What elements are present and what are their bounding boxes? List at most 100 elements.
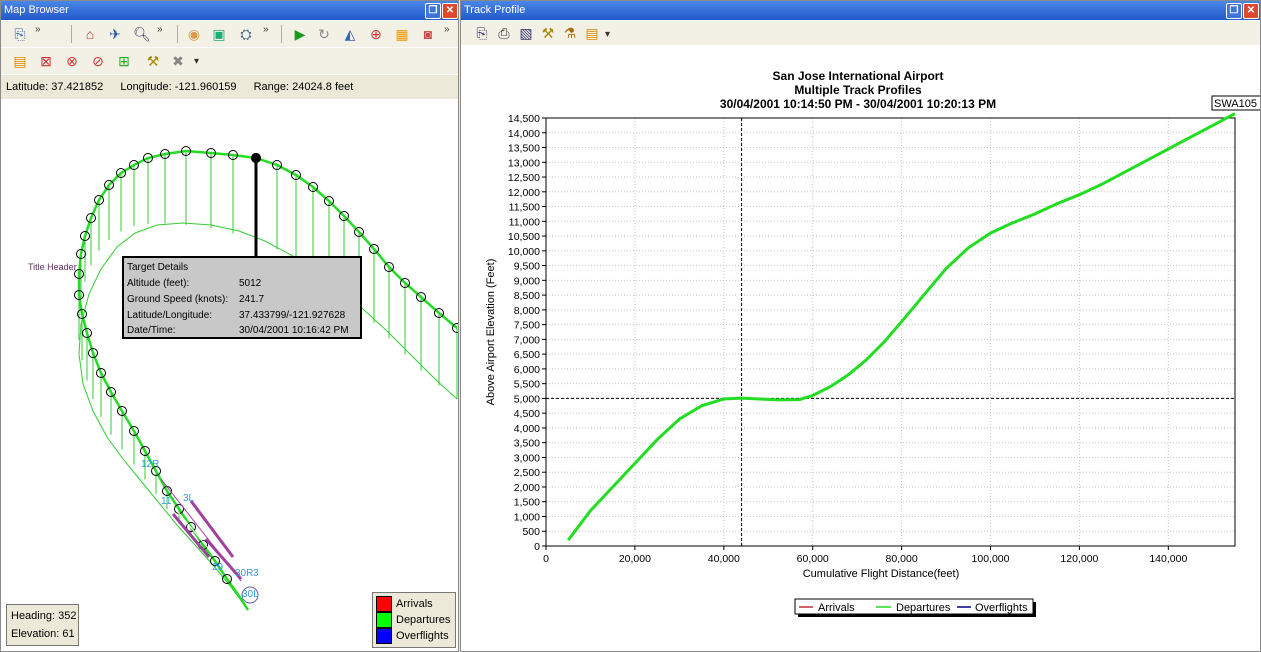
satellite-icon[interactable]: ✈ — [106, 25, 124, 43]
close-icon[interactable]: ✕ — [442, 3, 458, 19]
y-tick-label: 12,000 — [508, 187, 540, 199]
runway-label: 12R — [141, 459, 160, 470]
x-tick-label: 60,000 — [797, 553, 829, 565]
dropdown-icon[interactable]: ▾ — [605, 29, 610, 40]
y-tick-label: 13,000 — [508, 157, 540, 169]
chart-time-range: 30/04/2001 10:14:50 PM - 30/04/2001 10:2… — [720, 97, 996, 111]
map-layer-icon[interactable]: ▣ — [210, 25, 228, 43]
tools-icon[interactable]: ⚒ — [144, 52, 162, 70]
tooltip-value: 241.7 — [239, 294, 265, 305]
y-tick-label: 3,500 — [514, 438, 540, 450]
x-tick-label: 0 — [543, 553, 549, 565]
y-tick-label: 10,500 — [508, 231, 540, 243]
window-title: Track Profile — [464, 4, 526, 16]
departures-swatch — [376, 612, 392, 628]
y-tick-label: 1,000 — [514, 511, 540, 523]
record-icon[interactable]: ◙ — [419, 25, 437, 43]
delete-comment-icon[interactable]: ⊠ — [37, 52, 55, 70]
home-icon[interactable]: ⌂ — [81, 25, 99, 43]
image-icon[interactable]: ▧ — [517, 24, 535, 42]
target-icon[interactable]: ⊕ — [367, 25, 385, 43]
play-icon[interactable]: ▶ — [291, 25, 309, 43]
y-tick-label: 10,000 — [508, 246, 540, 258]
map-browser-titlebar: Map Browser ❐ ✕ — [1, 1, 458, 20]
x-axis-ticks: 0 20,000 40,000 60,000 80,000 100,000 120,000 1… — [543, 546, 1187, 565]
map-canvas[interactable]: Title Header 12R 11 3L 29 30R 3 30L Targ… — [1, 99, 458, 651]
print-icon[interactable]: ⎙ — [495, 24, 513, 42]
legend-label: Overflights — [396, 629, 449, 642]
close-layer-icon[interactable]: ✖ — [169, 52, 187, 70]
runways — [160, 478, 259, 604]
filter-icon[interactable]: ⚗ — [561, 24, 579, 42]
draw-icon[interactable]: ◭ — [341, 25, 359, 43]
replay-icon[interactable]: ↻ — [315, 25, 333, 43]
tooltip-label: Latitude/Longitude: — [127, 310, 213, 321]
copy-icon[interactable]: ⎘ — [11, 25, 29, 43]
runway-label: 3L — [183, 493, 195, 504]
selected-target-marker[interactable] — [251, 153, 261, 163]
series-line-departures[interactable] — [567, 112, 1236, 542]
y-tick-label: 11,500 — [509, 202, 540, 214]
tooltip-value: 5012 — [239, 278, 262, 289]
chevron-more-icon[interactable]: » — [444, 24, 450, 35]
y-tick-label: 8,000 — [514, 305, 540, 317]
y-tick-label: 5,500 — [514, 379, 540, 391]
legend-label-departures: Departures — [896, 602, 951, 614]
y-tick-label: 12,500 — [508, 172, 540, 184]
tools-icon[interactable]: ⚒ — [539, 24, 557, 42]
radar-icon[interactable]: ⛭ — [237, 25, 255, 43]
map-toolbar-1: ⎘ » ⌂ ✈ 🔍︎ » ◉ ▣ ⛭ » ▶ ↻ ◭ ⊕ ▦ ◙ » — [1, 21, 458, 47]
comment-icon[interactable]: ▤ — [11, 52, 29, 70]
arrivals-swatch — [376, 596, 392, 612]
latitude-readout: Latitude: 37.421852 — [6, 81, 104, 93]
window-title: Map Browser — [4, 4, 69, 16]
chevron-more-icon[interactable]: » — [35, 24, 41, 35]
add-icon[interactable]: ⊞ — [115, 52, 133, 70]
heading-readout: Heading: 352 — [11, 610, 77, 622]
map-legend: Arrivals Departures Overflights — [372, 592, 456, 648]
legend-label: Arrivals — [396, 597, 433, 610]
clear-icon[interactable]: ⊘ — [89, 52, 107, 70]
legend-item-overflights[interactable]: Overflights — [376, 628, 449, 644]
y-tick-label: 4,500 — [514, 408, 540, 420]
x-tick-label: 20,000 — [619, 553, 651, 565]
title-header-label: Title Header — [28, 262, 77, 272]
grid-icon[interactable]: ▦ — [393, 25, 411, 43]
restore-icon[interactable]: ❐ — [1226, 3, 1242, 19]
remove-filter-icon[interactable]: ⊗ — [63, 52, 81, 70]
restore-icon[interactable]: ❐ — [425, 3, 441, 19]
y-tick-label: 9,000 — [514, 275, 540, 287]
tooltip-label: Ground Speed (knots): — [127, 294, 229, 305]
departure-track[interactable] — [77, 149, 458, 611]
profile-toolbar: ⎘ ⎙ ▧ ⚒ ⚗ ▤ ▾ — [461, 21, 1260, 45]
y-tick-label: 13,500 — [508, 143, 540, 155]
y-tick-label: 6,500 — [514, 349, 540, 361]
chevron-more-icon[interactable]: » — [157, 24, 163, 35]
runway-label: 11 — [161, 496, 172, 507]
y-tick-label: 2,000 — [514, 482, 540, 494]
copy-icon[interactable]: ⎘ — [473, 24, 491, 42]
y-tick-label: 14,000 — [508, 128, 540, 140]
dropdown-icon[interactable]: ▾ — [194, 56, 199, 67]
y-tick-label: 8,500 — [514, 290, 540, 302]
legend-label-overflights: Overflights — [975, 602, 1028, 614]
legend-label-arrivals: Arrivals — [818, 602, 855, 614]
status-box: Heading: 352 Elevation: 61 — [6, 604, 79, 646]
close-icon[interactable]: ✕ — [1243, 3, 1259, 19]
comment-icon[interactable]: ▤ — [583, 24, 601, 42]
tooltip-value: 37.433799/-121.927628 — [239, 310, 346, 321]
map-graphics — [74, 146, 458, 611]
zoom-icon[interactable]: 🔍︎ — [133, 25, 151, 43]
plot-frame — [545, 117, 1236, 547]
track-tag[interactable]: SWA105 — [1214, 98, 1257, 110]
coordinates-bar: Latitude: 37.421852 Longitude: -121.9601… — [1, 75, 458, 99]
x-tick-label: 40,000 — [708, 553, 740, 565]
chevron-more-icon[interactable]: » — [263, 24, 269, 35]
legend-item-arrivals[interactable]: Arrivals — [376, 596, 433, 612]
runway-label: 3 — [253, 568, 259, 579]
x-tick-label: 80,000 — [886, 553, 918, 565]
legend-item-departures[interactable]: Departures — [376, 612, 450, 628]
globe-icon[interactable]: ◉ — [185, 25, 203, 43]
tooltip-label: Date/Time: — [127, 325, 176, 336]
map-toolbar-2: ▤ ⊠ ⊗ ⊘ ⊞ ⚒ ✖ ▾ — [1, 48, 458, 74]
